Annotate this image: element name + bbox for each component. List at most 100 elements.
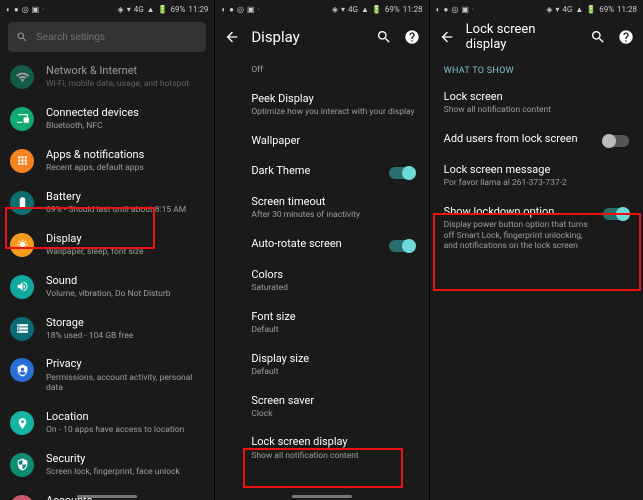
- row-subtitle: Por favor llama al 261-373-737-2: [444, 178, 629, 189]
- apps-icon: [10, 149, 34, 173]
- page-title: Display: [251, 28, 364, 46]
- lockscreen-list[interactable]: WHAT TO SHOW Lock screenShow all notific…: [430, 56, 643, 500]
- row-title: Display size: [251, 352, 414, 366]
- display-row[interactable]: Screen timeoutAfter 30 minutes of inacti…: [215, 187, 428, 229]
- row-title: Auto-rotate screen: [251, 237, 380, 251]
- search-bar[interactable]: [8, 22, 206, 52]
- display-row[interactable]: Dark Theme: [215, 156, 428, 187]
- row-subtitle: After 30 minutes of inactivity: [251, 210, 414, 221]
- help-button[interactable]: [403, 28, 421, 46]
- display-row[interactable]: Lock screen displayShow all notification…: [215, 427, 428, 469]
- help-button[interactable]: [617, 28, 635, 46]
- display-row[interactable]: ColorsSaturated: [215, 260, 428, 302]
- item-subtitle: Screen lock, fingerprint, face unlock: [46, 467, 204, 478]
- item-title: Location: [46, 410, 204, 424]
- sound-icon: [10, 275, 34, 299]
- row-subtitle: Clock: [251, 409, 414, 420]
- lockscreen-row[interactable]: Lock screen messagePor favor llama al 26…: [430, 155, 643, 197]
- status-bar: ◐●◎▣· ◈▾4G▲🔋69%11:29: [0, 0, 214, 18]
- back-button[interactable]: [223, 28, 241, 46]
- display-row[interactable]: Wallpaper: [215, 126, 428, 156]
- display-list[interactable]: Off Peek DisplayOptimize how you interact…: [215, 56, 428, 500]
- toggle-switch[interactable]: [389, 240, 415, 252]
- home-indicator[interactable]: [292, 495, 352, 498]
- display-row[interactable]: Screen saverClock: [215, 386, 428, 428]
- item-subtitle: Recent apps, default apps: [46, 163, 204, 174]
- settings-item-apps[interactable]: Apps & notificationsRecent apps, default…: [0, 140, 214, 182]
- toggle-switch[interactable]: [603, 208, 629, 220]
- row-subtitle: Saturated: [251, 283, 414, 294]
- row-title: Wallpaper: [251, 134, 414, 148]
- row-subtitle: Default: [251, 367, 414, 378]
- settings-item-location[interactable]: LocationOn - 10 apps have access to loca…: [0, 402, 214, 444]
- settings-item-privacy[interactable]: Privacy Permissions, account activity, pe…: [0, 349, 214, 402]
- lockscreen-row[interactable]: Show lockdown optionDisplay power button…: [430, 197, 643, 260]
- settings-list[interactable]: Network & InternetWi-Fi, mobile data, us…: [0, 56, 214, 500]
- display-row[interactable]: Auto-rotate screen: [215, 229, 428, 260]
- settings-item-battery[interactable]: Battery69% - Should last until about 8:1…: [0, 182, 214, 224]
- search-button[interactable]: [375, 28, 393, 46]
- accounts-icon: [10, 495, 34, 500]
- storage-icon: [10, 317, 34, 341]
- back-button[interactable]: [438, 28, 456, 46]
- display-row[interactable]: Peek DisplayOptimize how you interact wi…: [215, 84, 428, 126]
- page-title: Lock screen display: [466, 22, 579, 52]
- item-subtitle: On - 10 apps have access to location: [46, 425, 204, 436]
- item-subtitle: 69% - Should last until about 8:15 AM: [46, 205, 204, 216]
- row-title: Lock screen message: [444, 163, 629, 177]
- settings-item-display[interactable]: DisplayWallpaper, sleep, font size: [0, 224, 214, 266]
- item-subtitle: Wallpaper, sleep, font size: [46, 247, 204, 258]
- search-icon: [16, 31, 28, 43]
- row-subtitle: Show all notification content: [251, 451, 414, 462]
- item-title: Sound: [46, 274, 204, 288]
- lockscreen-row[interactable]: Lock screenShow all notification content: [430, 82, 643, 124]
- settings-item-security[interactable]: SecurityScreen lock, fingerprint, face u…: [0, 444, 214, 486]
- display-row[interactable]: Font sizeDefault: [215, 302, 428, 344]
- row-subtitle: Show all notification content: [444, 105, 629, 116]
- row-title: Screen saver: [251, 394, 414, 408]
- search-input[interactable]: [36, 32, 198, 43]
- section-header: WHAT TO SHOW: [430, 56, 643, 82]
- security-icon: [10, 453, 34, 477]
- status-bar: ◐●◎▣· ◈▾4G▲🔋69%11:28: [430, 0, 643, 18]
- screen-display: ◐●◎▣· ◈▾4G▲🔋69%11:28 Display Off Peek Dis…: [214, 0, 428, 500]
- row-subtitle: Default: [251, 325, 414, 336]
- top-bar: Lock screen display: [430, 18, 643, 56]
- devices-icon: [10, 107, 34, 131]
- row-title: Show lockdown option: [444, 205, 595, 219]
- row-subtitle: Optimize how you interact with your disp…: [251, 107, 414, 118]
- privacy-icon: [10, 358, 34, 382]
- toggle-switch[interactable]: [603, 135, 629, 147]
- status-bar: ◐●◎▣· ◈▾4G▲🔋69%11:28: [215, 0, 428, 18]
- display-icon: [10, 233, 34, 257]
- item-subtitle: Volume, vibration, Do Not Disturb: [46, 289, 204, 300]
- item-title: Connected devices: [46, 106, 204, 120]
- search-button[interactable]: [589, 28, 607, 46]
- display-row[interactable]: Display sizeDefault: [215, 344, 428, 386]
- settings-item-devices[interactable]: Connected devicesBluetooth, NFC: [0, 98, 214, 140]
- home-indicator[interactable]: [77, 495, 137, 498]
- toggle-switch[interactable]: [389, 167, 415, 179]
- lockscreen-row[interactable]: Add users from lock screen: [430, 124, 643, 155]
- display-row[interactable]: Off: [215, 56, 428, 84]
- item-subtitle: Bluetooth, NFC: [46, 121, 204, 132]
- item-title: Apps & notifications: [46, 148, 204, 162]
- item-subtitle: 18% used - 104 GB free: [46, 331, 204, 342]
- item-title: Battery: [46, 190, 204, 204]
- row-subtitle: Display power button option that turns o…: [444, 220, 595, 252]
- settings-item-sound[interactable]: SoundVolume, vibration, Do Not Disturb: [0, 266, 214, 308]
- screen-lockscreen: ◐●◎▣· ◈▾4G▲🔋69%11:28 Lock screen display…: [429, 0, 643, 500]
- row-title: Lock screen: [444, 90, 629, 104]
- row-title: Dark Theme: [251, 164, 380, 178]
- row-subtitle: Off: [251, 65, 414, 76]
- item-subtitle: Permissions, account activity, personal …: [46, 373, 204, 394]
- row-title: Peek Display: [251, 92, 414, 106]
- settings-item-storage[interactable]: Storage18% used - 104 GB free: [0, 308, 214, 350]
- item-title: Privacy: [46, 357, 204, 371]
- item-title: Network & Internet: [46, 64, 204, 78]
- top-bar: Display: [215, 18, 428, 56]
- row-title: Font size: [251, 310, 414, 324]
- wifi-icon: [10, 65, 34, 89]
- location-icon: [10, 411, 34, 435]
- settings-item-wifi[interactable]: Network & InternetWi-Fi, mobile data, us…: [0, 56, 214, 98]
